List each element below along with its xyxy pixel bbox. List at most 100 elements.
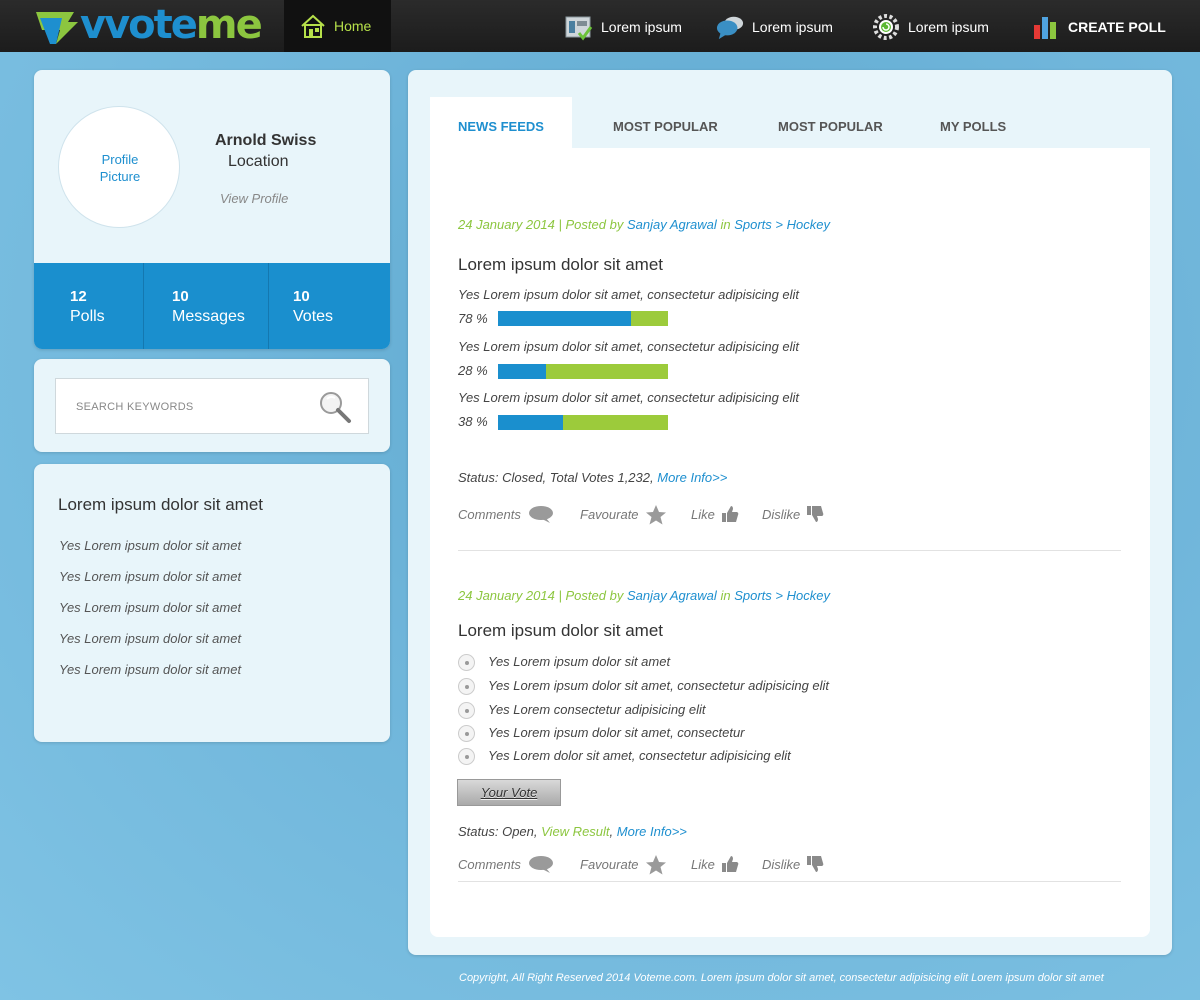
comment-bubble-icon	[529, 856, 553, 873]
side-list-item[interactable]: Yes Lorem ipsum dolor sit amet	[59, 600, 241, 615]
post-meta: 24 January 2014 | Posted by Sanjay Agraw…	[458, 217, 830, 232]
search-panel	[34, 359, 390, 452]
profile-stats: 12 Polls 10 Messages 10 Votes	[34, 263, 390, 349]
voteme-logo[interactable]: vvoteme	[34, 2, 263, 48]
favourite-button[interactable]: Favourate	[580, 505, 666, 525]
radio-button[interactable]	[458, 654, 475, 671]
poll-result-bar	[498, 364, 668, 379]
nav-item-3-label: Lorem ipsum	[908, 19, 989, 35]
tab-most-popular-2[interactable]: MOST POPULAR	[778, 97, 883, 148]
search-input[interactable]	[76, 397, 306, 417]
like-label: Like	[691, 857, 715, 872]
search-icon[interactable]	[318, 390, 352, 424]
nav-home[interactable]: Home	[284, 0, 391, 52]
more-info-link[interactable]: More Info>>	[617, 824, 687, 839]
post-in: in	[720, 588, 731, 603]
search-box	[55, 378, 369, 434]
comments-label: Comments	[458, 507, 521, 522]
logo-text-suffix: me	[195, 2, 263, 48]
logo-mark-icon	[36, 12, 78, 44]
stat-messages-value: 10	[172, 288, 189, 305]
post-date: 24 January 2014	[458, 588, 555, 603]
post-divider	[458, 550, 1121, 551]
more-info-link[interactable]: More Info>>	[657, 470, 727, 485]
nav-item-1-label: Lorem ipsum	[601, 19, 682, 35]
side-list-item[interactable]: Yes Lorem ipsum dolor sit amet	[59, 569, 241, 584]
radio-button[interactable]	[458, 725, 475, 742]
dashboard-icon	[565, 16, 593, 41]
profile-picture-line2: Picture	[99, 169, 141, 184]
comments-button[interactable]: Comments	[458, 506, 553, 523]
view-profile-link[interactable]: View Profile	[220, 191, 288, 206]
poll-result-percent: 28 %	[458, 363, 488, 378]
poll-result-bar	[498, 311, 668, 326]
post-category-arrow: >	[775, 217, 783, 232]
post-title[interactable]: Lorem ipsum dolor sit amet	[458, 255, 663, 275]
star-icon	[646, 505, 666, 525]
dislike-button[interactable]: Dislike	[762, 506, 824, 522]
radio-button[interactable]	[458, 748, 475, 765]
profile-picture[interactable]: Profile Picture	[58, 106, 180, 228]
settings-gear-icon	[873, 14, 899, 40]
post-author-link[interactable]: Sanjay Agrawal	[627, 217, 717, 232]
thumbs-down-icon	[807, 506, 824, 522]
profile-picture-line1: Profile	[101, 152, 139, 167]
poll-option-label: Yes Lorem consectetur adipisicing elit	[488, 702, 706, 717]
stat-polls-value: 12	[70, 288, 87, 305]
nav-home-label: Home	[334, 18, 372, 34]
like-button[interactable]: Like	[691, 506, 739, 522]
post-meta-separator: |	[558, 588, 562, 603]
side-list-item[interactable]: Yes Lorem ipsum dolor sit amet	[59, 538, 241, 553]
tab-most-popular[interactable]: MOST POPULAR	[613, 97, 718, 148]
favourite-label: Favourate	[580, 507, 639, 522]
tab-my-polls[interactable]: MY POLLS	[940, 97, 1006, 148]
poll-status-text: Status: Open,	[458, 824, 538, 839]
post-posted-by: Posted by	[565, 588, 624, 603]
post-category-link[interactable]: Sports	[734, 217, 772, 232]
stat-polls[interactable]: 12 Polls	[34, 263, 143, 349]
post-title[interactable]: Lorem ipsum dolor sit amet	[458, 621, 663, 641]
stat-messages[interactable]: 10 Messages	[143, 263, 268, 349]
radio-button[interactable]	[458, 702, 475, 719]
stat-votes[interactable]: 10 Votes	[268, 263, 390, 349]
your-vote-button[interactable]: Your Vote	[457, 779, 561, 806]
thumbs-up-icon	[722, 506, 739, 522]
feed-tabs: NEWS FEEDS MOST POPULAR MOST POPULAR MY …	[430, 97, 1150, 148]
post-subcategory-link[interactable]: Hockey	[787, 217, 830, 232]
bar-chart-icon	[1034, 17, 1056, 39]
side-list-item[interactable]: Yes Lorem ipsum dolor sit amet	[59, 662, 241, 677]
post-meta-separator: |	[558, 217, 562, 232]
feed-content: 24 January 2014 | Posted by Sanjay Agraw…	[430, 148, 1150, 937]
post-category-link[interactable]: Sports	[734, 588, 772, 603]
chat-bubbles-icon	[716, 16, 744, 40]
create-poll-label: CREATE POLL	[1068, 19, 1166, 35]
dislike-label: Dislike	[762, 507, 801, 522]
side-list-item[interactable]: Yes Lorem ipsum dolor sit amet	[59, 631, 241, 646]
dislike-label: Dislike	[762, 857, 801, 872]
side-list-panel: Lorem ipsum dolor sit amet Yes Lorem ips…	[34, 464, 390, 742]
dislike-button[interactable]: Dislike	[762, 856, 824, 872]
poll-result-text: Yes Lorem ipsum dolor sit amet, consecte…	[458, 287, 800, 302]
logo-text-main: vote	[104, 2, 198, 48]
post-author-link[interactable]: Sanjay Agrawal	[627, 588, 717, 603]
like-label: Like	[691, 507, 715, 522]
comments-button[interactable]: Comments	[458, 856, 553, 873]
poll-result-text: Yes Lorem ipsum dolor sit amet, consecte…	[458, 339, 800, 354]
poll-result-percent: 78 %	[458, 311, 488, 326]
profile-name: Arnold Swiss	[215, 132, 317, 149]
radio-button[interactable]	[458, 678, 475, 695]
like-button[interactable]: Like	[691, 856, 739, 872]
post-posted-by: Posted by	[565, 217, 624, 232]
view-result-link[interactable]: View Result	[541, 824, 609, 839]
tab-news-feeds[interactable]: NEWS FEEDS	[430, 97, 572, 148]
poll-status: Status: Open, View Result, More Info>>	[458, 824, 687, 839]
favourite-button[interactable]: Favourate	[580, 855, 666, 875]
stat-votes-value: 10	[293, 288, 310, 305]
comments-label: Comments	[458, 857, 521, 872]
side-list-title: Lorem ipsum dolor sit amet	[58, 495, 264, 514]
post-subcategory-link[interactable]: Hockey	[787, 588, 830, 603]
main-feed-panel: NEWS FEEDS MOST POPULAR MOST POPULAR MY …	[408, 70, 1172, 955]
star-icon	[646, 855, 666, 875]
nav-item-2-label: Lorem ipsum	[752, 19, 833, 35]
poll-option-label: Yes Lorem ipsum dolor sit amet, consecte…	[488, 678, 830, 693]
